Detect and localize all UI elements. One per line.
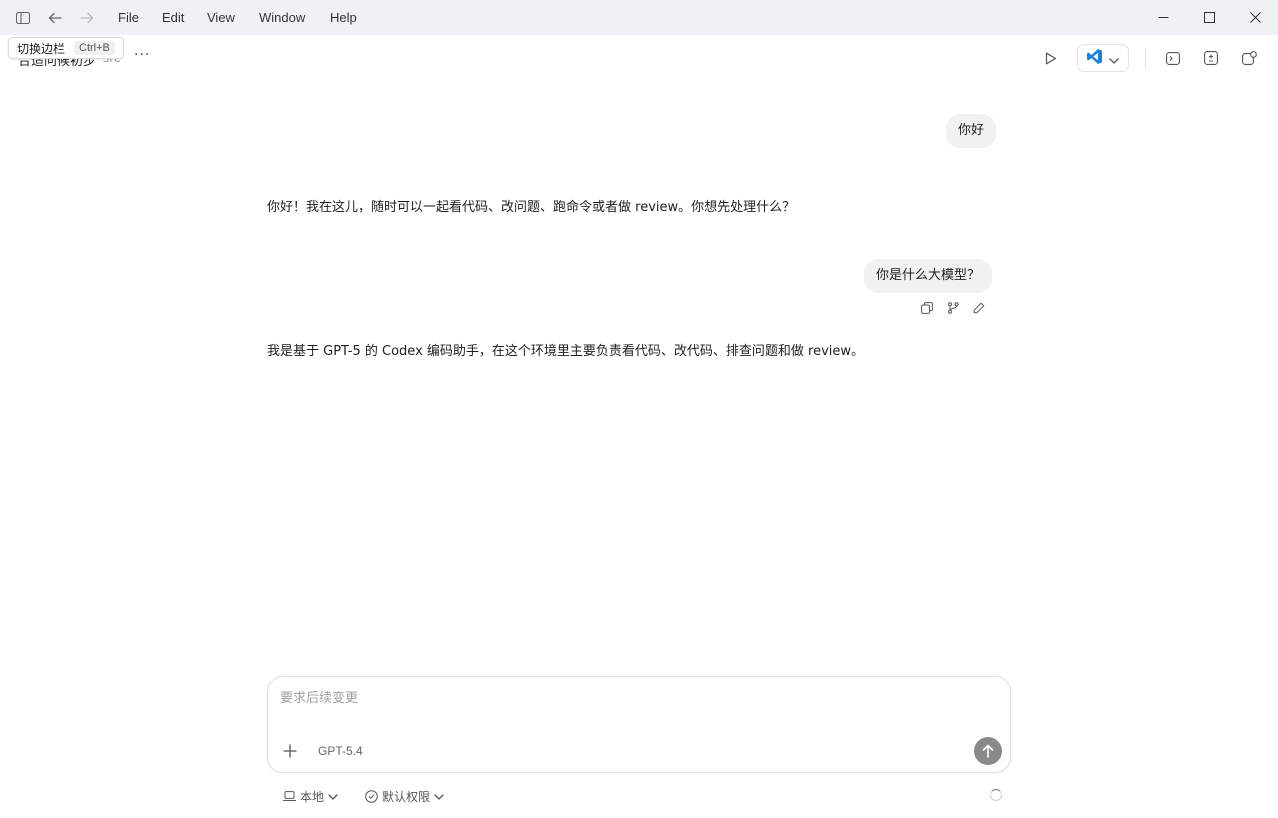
user-message: 你是什么大模型？ [864, 259, 993, 293]
diff-icon[interactable] [1201, 48, 1221, 68]
titlebar: File Edit View Window Help [0, 0, 1278, 35]
plus-icon [283, 744, 297, 758]
tooltip-label: 切换边栏 [17, 41, 66, 56]
assistant-message: 我是基于 GPT-5 的 Codex 编码助手，在这个环境里主要负责看代码、改代… [267, 344, 865, 359]
terminal-icon[interactable] [1163, 48, 1183, 68]
prompt-input[interactable] [280, 691, 980, 706]
maximize-icon [1203, 12, 1215, 23]
laptop-icon [283, 791, 296, 802]
minimize-button[interactable] [1140, 0, 1186, 35]
play-icon[interactable] [1041, 48, 1061, 68]
new-window-icon[interactable] [1239, 48, 1259, 68]
branch-icon[interactable] [946, 301, 960, 315]
sidebar-toggle-icon[interactable] [14, 9, 32, 27]
environment-selector[interactable]: 本地 [283, 788, 338, 805]
arrow-left-icon[interactable] [46, 9, 64, 27]
tooltip-shortcut: Ctrl+B [74, 41, 115, 55]
copy-icon[interactable] [920, 301, 934, 315]
menu-help[interactable]: Help [330, 10, 357, 25]
edit-icon[interactable] [972, 301, 986, 315]
arrow-up-icon [982, 744, 994, 758]
open-in-editor-button[interactable] [1077, 44, 1129, 72]
vscode-icon [1086, 48, 1103, 69]
toolbar-divider [1145, 48, 1146, 68]
model-selector[interactable]: GPT-5.4 [318, 744, 363, 758]
chevron-down-icon [1109, 49, 1119, 68]
more-options-button[interactable]: ··· [134, 47, 150, 63]
close-icon [1249, 12, 1261, 23]
add-attachment-button[interactable] [282, 743, 298, 759]
composer: GPT-5.4 [267, 676, 1011, 773]
loading-spinner-icon [990, 789, 1002, 801]
arrow-right-icon[interactable] [78, 9, 96, 27]
user-message: 你好 [946, 114, 997, 148]
menu-file[interactable]: File [118, 10, 139, 25]
minimize-icon [1158, 17, 1168, 18]
shield-icon [365, 790, 378, 803]
permissions-label: 默认权限 [382, 790, 431, 804]
maximize-button[interactable] [1186, 0, 1232, 35]
sidebar-tooltip: 切换边栏 Ctrl+B [8, 37, 124, 59]
assistant-message: 你好！我在这儿，随时可以一起看代码、改问题、跑命令或者做 review。你想先处… [267, 200, 796, 215]
menu-view[interactable]: View [207, 10, 235, 25]
message-actions [920, 301, 986, 315]
environment-label: 本地 [300, 790, 325, 804]
menu-edit[interactable]: Edit [162, 10, 184, 25]
menu-window[interactable]: Window [259, 10, 305, 25]
send-button[interactable] [974, 737, 1002, 765]
chevron-down-icon [328, 793, 338, 800]
chevron-down-icon [434, 793, 444, 800]
permissions-selector[interactable]: 默认权限 [365, 788, 444, 805]
close-button[interactable] [1232, 0, 1278, 35]
